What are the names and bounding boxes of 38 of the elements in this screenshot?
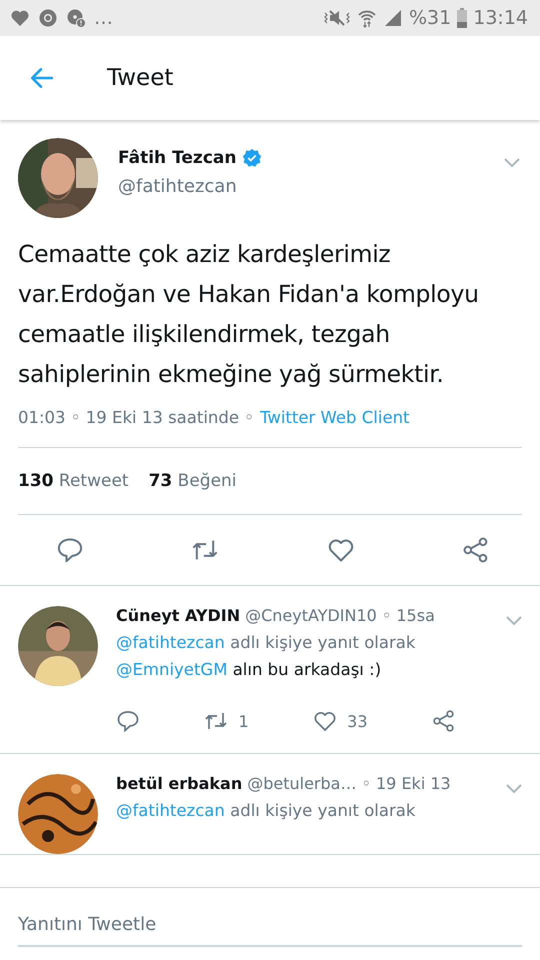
like-icon[interactable] — [313, 709, 338, 733]
mute-vibrate-icon — [323, 8, 351, 28]
share-icon[interactable] — [462, 536, 490, 564]
reply-author-name[interactable]: Cüneyt AYDIN — [116, 606, 240, 625]
retweet-count[interactable]: 130 Retweet — [18, 471, 129, 491]
battery-icon — [457, 8, 468, 28]
tweet-timestamp: 01:03 ◦ 19 Eki 13 saatinde ◦ — [18, 408, 254, 427]
author-handle[interactable]: @fatihtezcan — [118, 176, 504, 197]
mention-link[interactable]: @fatihtezcan — [116, 801, 225, 820]
clock: 13:14 — [473, 7, 528, 29]
reply-time: ◦ 19 Eki 13 — [361, 774, 451, 793]
retweet-count: 1 — [238, 712, 249, 730]
like-count[interactable]: 73 Beğeni — [148, 471, 237, 491]
tweet-text: Cemaatte çok aziz kardeşlerimiz var.Erdoğan ve Hakan Fidan'a komployu cemaatle ilişkilendirmek, tezgah sahiplerinin ekmeğine yağ sürmektir. — [18, 239, 480, 390]
reply-context: @fatihtezcan adlı kişiye yanıt olarak — [116, 801, 416, 820]
reply-icon[interactable] — [116, 709, 140, 733]
more-notifications: … — [94, 7, 113, 29]
signal-icon — [383, 8, 403, 28]
reply-text: @EmniyetGM alın bu arkadaşı :) — [116, 660, 382, 679]
reply-time: ◦ 15sa — [382, 606, 435, 625]
like-count: 33 — [347, 712, 368, 730]
reply-author-name[interactable]: betül erbakan — [116, 774, 242, 793]
disc-alert-icon — [66, 8, 86, 28]
battery-percent: %31 — [409, 7, 452, 29]
reply-context: @fatihtezcan adlı kişiye yanıt olarak — [116, 633, 416, 652]
browser-icon — [38, 8, 58, 28]
mention-link[interactable]: @fatihtezcan — [116, 633, 225, 652]
share-icon[interactable] — [432, 709, 456, 733]
back-icon[interactable] — [29, 65, 55, 91]
source-link[interactable]: Twitter Web Client — [260, 408, 410, 427]
author-name[interactable]: Fâtih Tezcan — [118, 148, 236, 168]
heart-icon — [10, 8, 30, 28]
reply-author-handle[interactable]: @betulerba… — [247, 774, 356, 793]
page-title: Tweet — [107, 65, 174, 91]
reply-icon[interactable] — [56, 536, 84, 564]
reply-author-handle[interactable]: @CneytAYDIN10 — [245, 606, 377, 625]
wifi-icon — [357, 8, 377, 28]
mention-link[interactable]: @EmniyetGM — [116, 660, 228, 679]
